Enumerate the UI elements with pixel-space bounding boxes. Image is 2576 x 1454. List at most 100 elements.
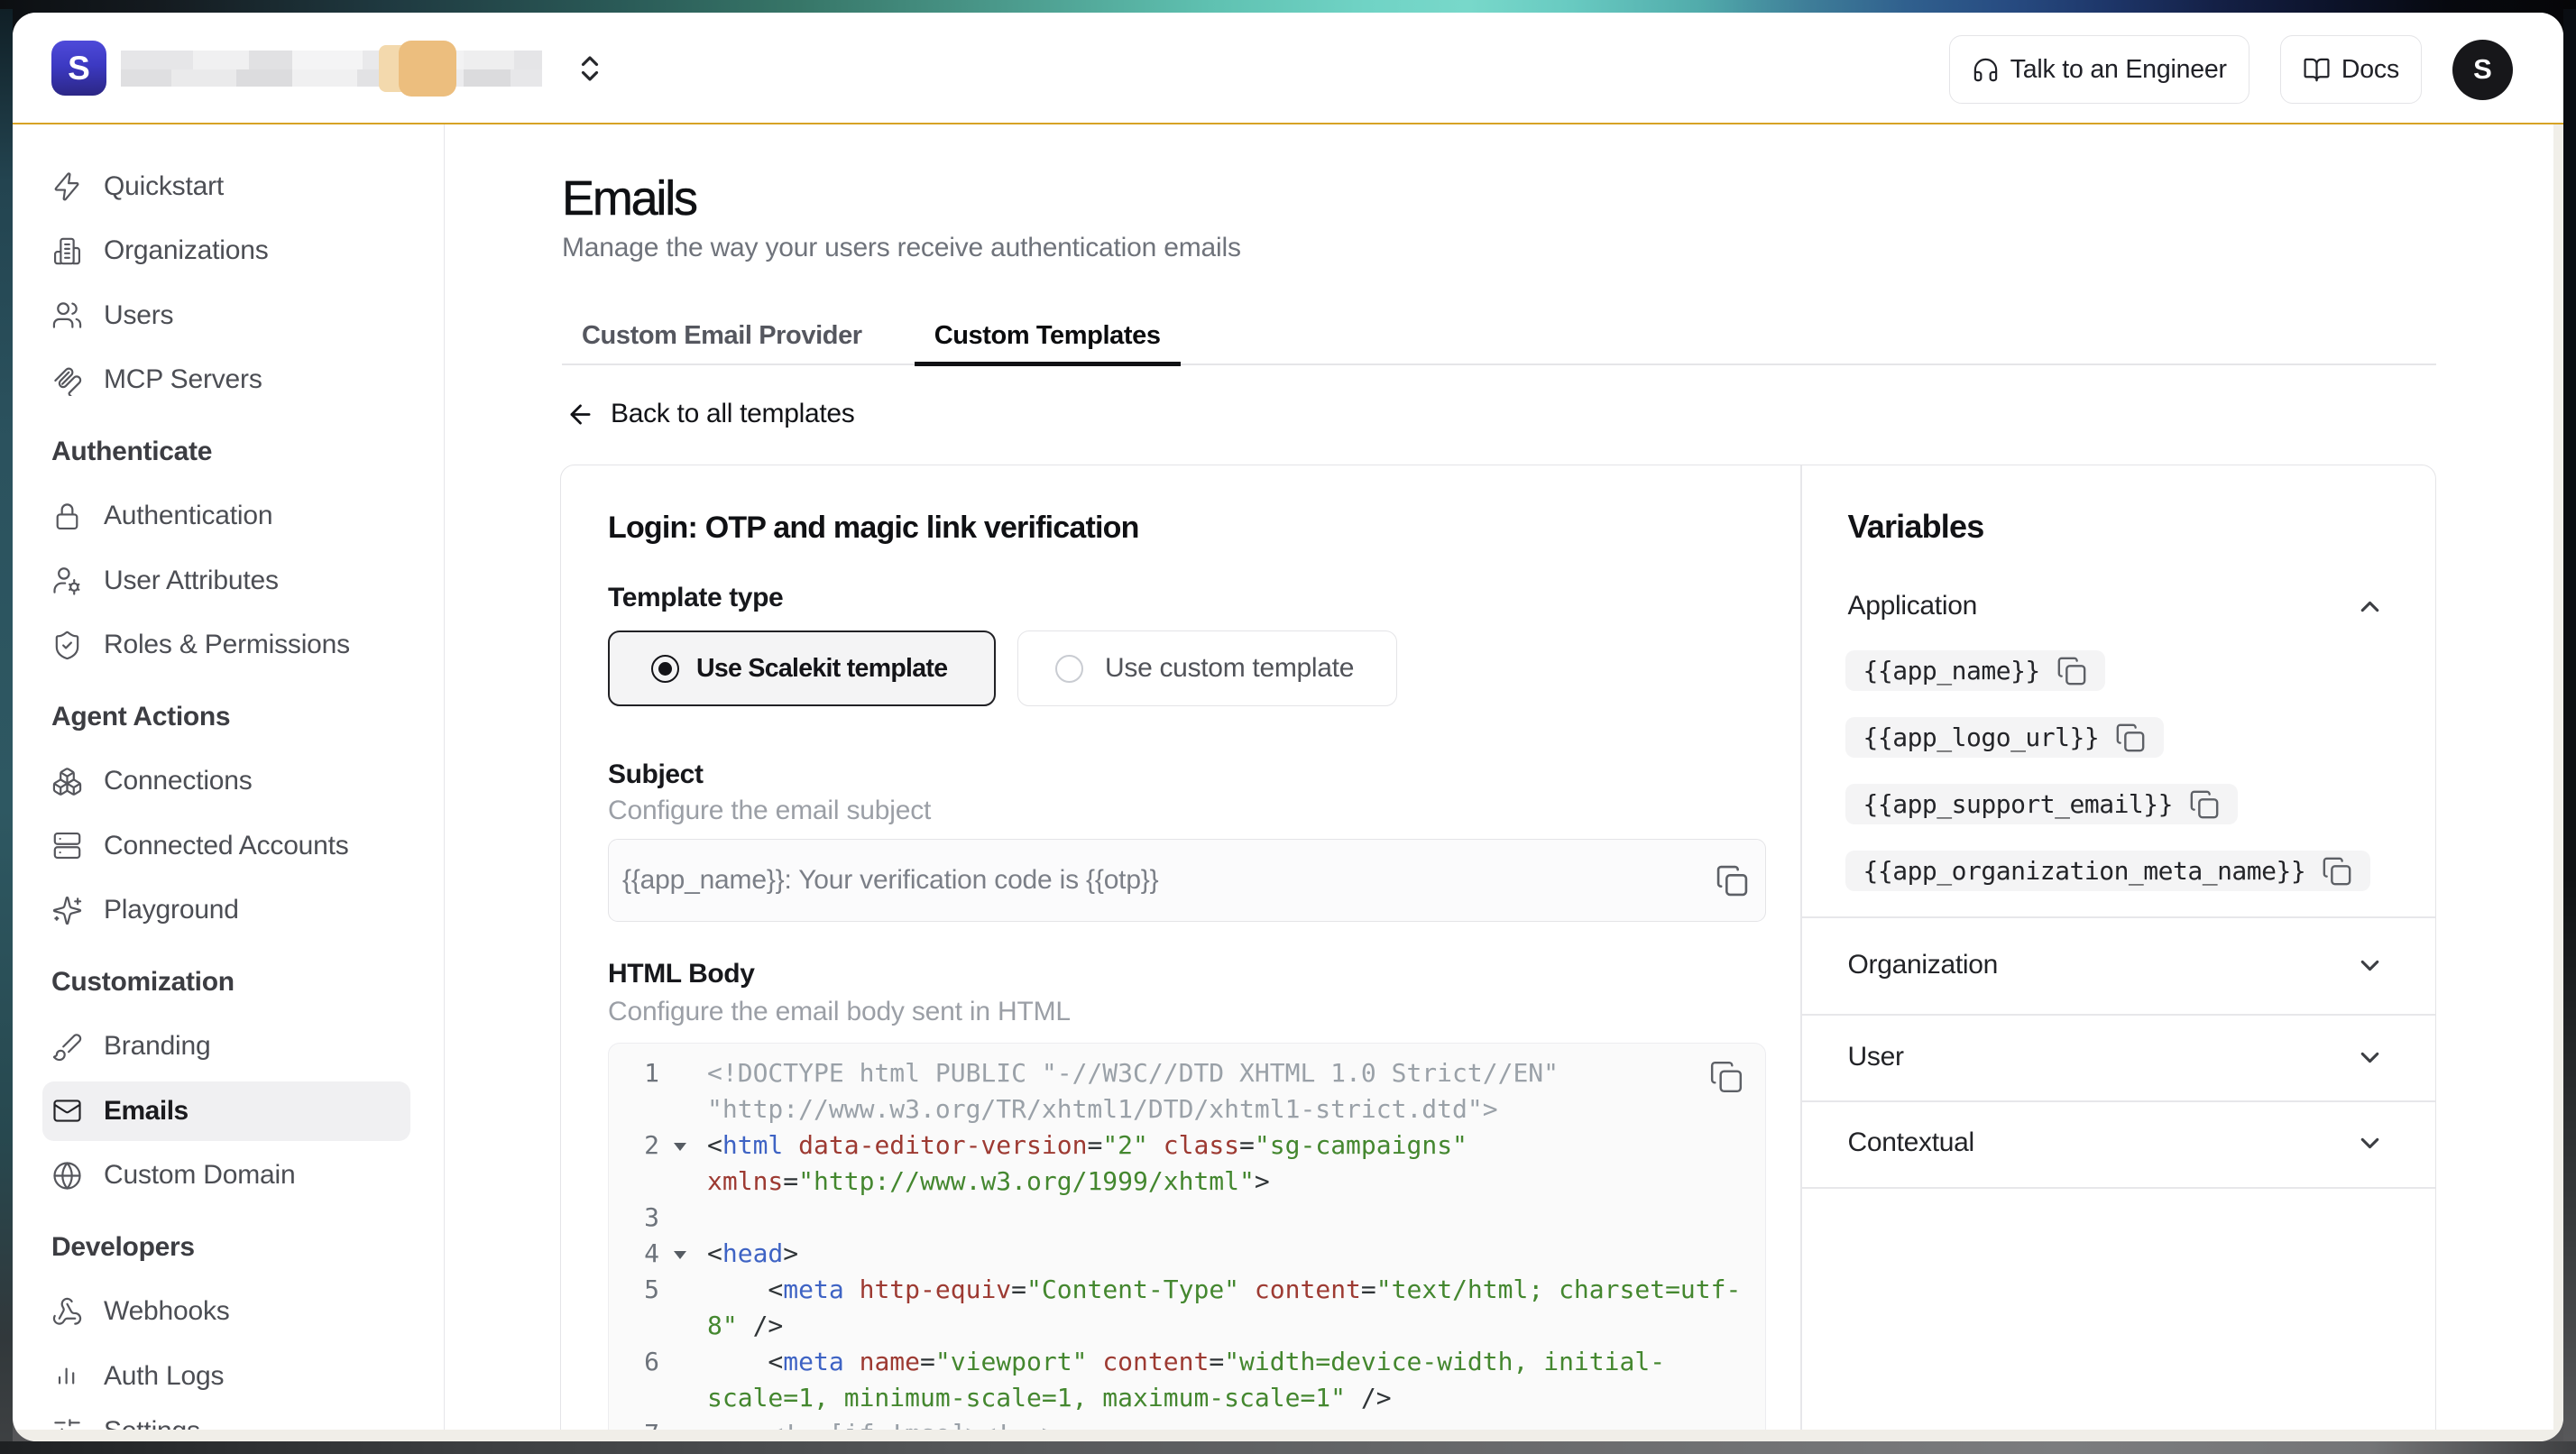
user-avatar[interactable]: S <box>2452 40 2513 100</box>
copy-html-body-button[interactable] <box>1709 1060 1743 1094</box>
option-custom-template[interactable]: Use custom template <box>1017 630 1397 706</box>
sidebar-item-label: Users <box>104 300 173 331</box>
sidebar-item-label: Custom Domain <box>104 1160 295 1191</box>
scalekit-logo: S <box>51 41 106 96</box>
sidebar-item-custom-domain[interactable]: Custom Domain <box>13 1144 444 1209</box>
variable-chip-text: {{app_organization_meta_name}} <box>1863 856 2306 886</box>
sidebar-item-authentication[interactable]: Authentication <box>13 484 444 549</box>
variable-chip: {{app_support_email}} <box>1845 784 2239 824</box>
sidebar-item-user-attributes[interactable]: User Attributes <box>13 548 444 613</box>
code-line: xmlns="http://www.w3.org/1999/xhtml"> <box>609 1164 1765 1200</box>
code-fold-icon[interactable] <box>659 1236 707 1272</box>
code-line: 2<html data-editor-version="2" class="sg… <box>609 1127 1765 1164</box>
sidebar-section-authenticate: Authenticate <box>13 419 444 484</box>
copy-icon <box>2189 789 2220 820</box>
sidebar-item-highlight <box>42 1347 410 1406</box>
html-body-editor[interactable]: 1<!DOCTYPE html PUBLIC "-//W3C//DTD XHTM… <box>608 1043 1766 1441</box>
sidebar-item-emails[interactable]: Emails <box>13 1079 444 1144</box>
tab-custom-templates[interactable]: Custom Templates <box>915 308 1181 364</box>
html-body-help: Configure the email body sent in HTML <box>608 997 1071 1027</box>
copy-variable-button[interactable] <box>2189 789 2220 820</box>
chevron-down-icon <box>2355 1043 2385 1072</box>
variables-section-application[interactable]: Application <box>1802 584 2436 628</box>
sidebar-section-label: Customization <box>51 967 235 998</box>
variables-section-contextual[interactable]: Contextual <box>1802 1121 2436 1164</box>
code-line: 8" /> <box>609 1308 1765 1344</box>
redacted-block <box>514 51 542 69</box>
sidebar-item-branding[interactable]: Branding <box>13 1015 444 1080</box>
code-line-text: xmlns="http://www.w3.org/1999/xhtml"> <box>707 1164 1765 1200</box>
app-window: S Talk to an Engineer Docs S Quickstart O… <box>13 13 2563 1441</box>
bar-chart-icon <box>51 1360 83 1392</box>
sidebar: Quickstart Organizations Users MCP Servers A… <box>13 124 445 1441</box>
variables-section-name: Organization <box>1848 950 2356 980</box>
back-link-label: Back to all templates <box>611 399 855 429</box>
code-line: 1<!DOCTYPE html PUBLIC "-//W3C//DTD XHTM… <box>609 1055 1765 1091</box>
bar-chart-icon <box>51 1360 83 1392</box>
sidebar-item-label: MCP Servers <box>104 364 262 395</box>
code-fold-icon[interactable] <box>659 1127 707 1164</box>
code-line-number: 2 <box>609 1127 659 1164</box>
shield-check-icon <box>51 630 83 661</box>
subject-label: Subject <box>608 759 704 790</box>
shield-check-icon <box>51 630 83 661</box>
code-fold-spacer <box>659 1055 707 1091</box>
sidebar-item-label: Authentication <box>104 501 272 531</box>
boxes-icon <box>51 766 83 797</box>
lock-icon <box>51 501 83 532</box>
tab-custom-email-provider[interactable]: Custom Email Provider <box>562 308 882 364</box>
redacted-block <box>292 51 363 69</box>
globe-icon <box>51 1160 83 1192</box>
sidebar-item-label: Organizations <box>104 235 269 266</box>
sidebar-item-users[interactable]: Users <box>13 283 444 348</box>
code-fold-spacer <box>659 1164 707 1200</box>
copy-subject-button[interactable] <box>1716 864 1749 897</box>
code-line-text: <meta http-equiv="Content-Type" content=… <box>707 1272 1765 1308</box>
mcp-icon <box>51 364 83 396</box>
redacted-block <box>511 69 542 87</box>
option-scalekit-template[interactable]: Use Scalekit template <box>608 630 996 706</box>
code-line-number <box>609 1308 659 1344</box>
code-line-number: 1 <box>609 1055 659 1091</box>
template-type-label: Template type <box>608 583 783 613</box>
sidebar-item-quickstart[interactable]: Quickstart <box>13 154 444 219</box>
main-content: Emails Manage the way your users receive… <box>445 124 2563 1441</box>
code-line-number <box>609 1164 659 1200</box>
variables-section-user[interactable]: User <box>1802 1035 2436 1079</box>
window-bottom-gutter <box>13 1430 2563 1441</box>
copy-variable-button[interactable] <box>2056 656 2087 686</box>
user-cog-icon <box>51 565 83 596</box>
sidebar-section-customization: Customization <box>13 950 444 1015</box>
subject-help: Configure the email subject <box>608 796 931 826</box>
users-icon <box>51 299 83 331</box>
variables-panel: Variables Application{{app_name}}{{app_l… <box>1802 465 2436 1441</box>
code-line-text: 8" /> <box>707 1308 1765 1344</box>
talk-to-engineer-button[interactable]: Talk to an Engineer <box>1949 35 2249 104</box>
code-line: 6 <meta name="viewport" content="width=d… <box>609 1344 1765 1380</box>
docs-button[interactable]: Docs <box>2280 35 2422 104</box>
sidebar-item-mcp-servers[interactable]: MCP Servers <box>13 348 444 413</box>
copy-variable-button[interactable] <box>2115 722 2146 753</box>
sidebar-item-connections[interactable]: Connections <box>13 750 444 814</box>
subject-input[interactable]: {{app_name}}: Your verification code is … <box>608 839 1766 922</box>
chevron-up-icon <box>2355 592 2385 621</box>
sidebar-item-label: Emails <box>104 1096 189 1127</box>
option-label: Use Scalekit template <box>696 654 947 684</box>
sidebar-item-webhooks[interactable]: Webhooks <box>13 1280 444 1345</box>
sidebar-item-playground[interactable]: Playground <box>13 879 444 943</box>
copy-variable-button[interactable] <box>2322 856 2352 887</box>
window-right-gutter <box>2553 124 2563 1441</box>
back-to-templates-link[interactable]: Back to all templates <box>566 396 855 432</box>
sidebar-item-roles-permissions[interactable]: Roles & Permissions <box>13 613 444 678</box>
sidebar-section-label: Authenticate <box>51 437 212 467</box>
sidebar-item-label: Quickstart <box>104 171 224 202</box>
sidebar-item-organizations[interactable]: Organizations <box>13 219 444 284</box>
code-line: scale=1, minimum-scale=1, maximum-scale=… <box>609 1380 1765 1416</box>
template-heading: Login: OTP and magic link verification <box>608 511 1139 546</box>
sidebar-item-label: Auth Logs <box>104 1361 224 1392</box>
org-switcher[interactable] <box>574 52 607 86</box>
sidebar-item-connected-accounts[interactable]: Connected Accounts <box>13 814 444 879</box>
sidebar-item-label: User Attributes <box>104 566 279 596</box>
mail-icon <box>51 1095 83 1127</box>
variables-section-organization[interactable]: Organization <box>1802 943 2436 987</box>
